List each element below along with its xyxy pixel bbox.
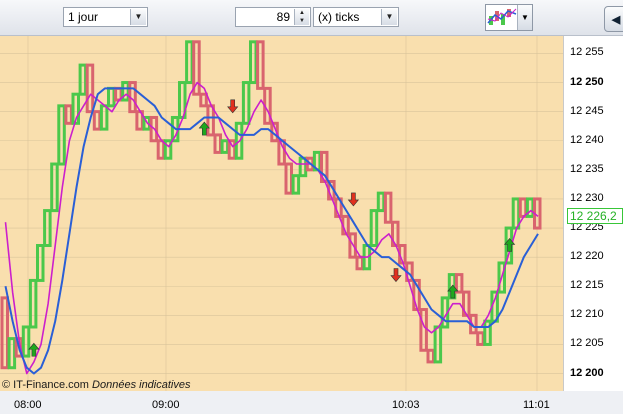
up-box [21,325,31,358]
tick-count-spinner-icon[interactable]: ▲ ▼ [294,9,309,25]
y-tick-label: 12 220 [570,250,604,263]
y-tick-label: 12 205 [570,337,604,350]
sell-signal-arrow-icon [390,268,402,283]
up-box [57,104,66,166]
up-box [185,40,194,85]
source-label: © IT-Finance.com [2,379,89,391]
down-box [206,104,215,137]
x-tick-label: 10:03 [392,399,420,411]
period-select[interactable]: 1 jour ▼ [63,7,148,27]
up-box [36,244,45,282]
down-box [156,139,166,160]
x-tick-label: 11:01 [523,399,550,411]
up-box [78,63,88,96]
tick-count-value: 89 [276,10,290,24]
period-value: 1 jour [68,10,99,24]
indicative-label: Données indicatives [92,379,191,391]
down-box [383,191,393,224]
time-axis: 08:00 09:00 10:03 11:01 [0,391,563,414]
collapse-panel-icon[interactable]: ◀ [604,6,623,32]
tick-count-input[interactable]: 89 ▲ ▼ [235,7,311,27]
y-tick-label: 12 245 [570,104,604,117]
unit-select[interactable]: (x) ticks ▼ [313,7,399,27]
chart-type-button[interactable]: ▼ [485,4,533,31]
up-box [7,337,17,370]
x-tick-label: 08:00 [14,399,42,411]
y-tick-label: 12 210 [570,308,604,321]
y-tick-label: 12 215 [570,279,604,292]
down-box [476,331,485,346]
down-box [92,110,102,131]
unit-dropdown-arrow-icon[interactable]: ▼ [381,9,397,25]
up-box [249,40,258,85]
down-box [518,197,528,218]
chart-toolbar: 1 jour ▼ 89 ▲ ▼ (x) ticks ▼ ▼ ◀ [0,0,623,36]
up-box [241,81,251,125]
y-tick-label: 12 240 [570,133,604,146]
y-tick-label: 12 200 [570,366,604,379]
up-box [220,139,230,154]
unit-value: (x) ticks [318,10,360,24]
last-price-label: 12 226,2 [567,208,623,224]
down-box [426,348,435,364]
data-source-note: © IT-Finance.com Données indicatives [2,379,190,391]
y-tick-label: 12 255 [570,46,604,59]
down-box [256,40,265,90]
y-tick-label: 12 230 [570,191,604,204]
down-box [199,92,208,108]
down-box [85,63,95,114]
up-box [28,278,38,329]
down-box [0,296,9,370]
sell-signal-arrow-icon [347,192,360,207]
up-box [376,191,386,213]
up-box [298,156,308,178]
y-tick-label: 12 250 [570,75,604,88]
x-tick-label: 09:00 [152,399,180,411]
slow-moving-average-line [4,87,539,375]
price-chart-area[interactable] [0,36,563,391]
up-box [50,162,59,213]
down-box [454,273,464,294]
period-dropdown-arrow-icon[interactable]: ▼ [130,9,146,25]
chart-type-dropdown-icon[interactable]: ▼ [517,5,532,30]
up-box [99,104,109,131]
down-box [284,162,293,195]
up-box [107,86,116,108]
up-box [511,197,521,230]
chart-type-icon [487,8,517,25]
up-box [483,319,492,346]
price-chart [0,36,563,391]
y-tick-label: 12 235 [570,162,604,175]
down-box [64,104,73,125]
up-box [291,174,301,195]
down-box [213,133,222,154]
sell-signal-arrow-icon [227,99,239,114]
down-box [355,255,364,271]
